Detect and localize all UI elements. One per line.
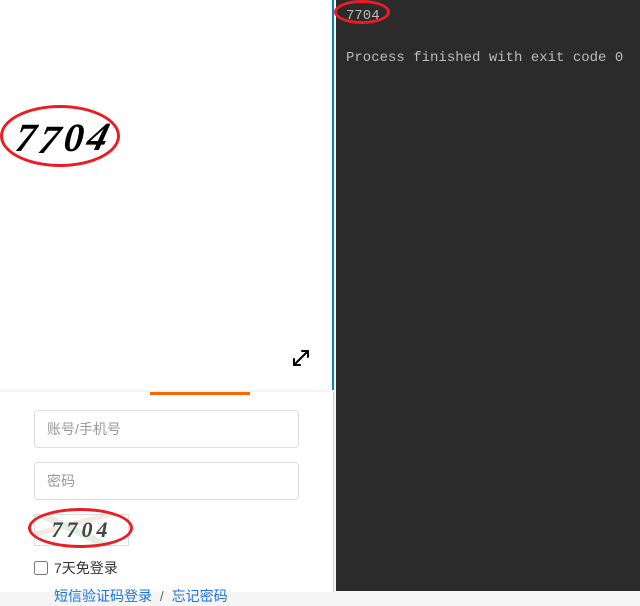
forgot-password-link[interactable]: 忘记密码 [172, 588, 228, 604]
account-input[interactable] [34, 410, 299, 448]
image-viewer-panel: 7 7 0 4 [0, 0, 334, 390]
console-panel: 7704 Process finished with exit code 0 [336, 0, 640, 591]
console-output-status: Process finished with exit code 0 [346, 48, 630, 69]
captcha-image-small[interactable]: 7704 [34, 514, 129, 546]
link-separator: / [160, 588, 164, 604]
resize-icon[interactable] [290, 347, 312, 376]
sms-login-link[interactable]: 短信验证码登录 [54, 588, 152, 604]
remember-checkbox[interactable] [34, 561, 48, 575]
password-input[interactable] [34, 462, 299, 500]
console-output-blank [346, 27, 630, 48]
console-output-value: 7704 [346, 6, 630, 27]
captcha-text: 7704 [52, 517, 112, 543]
captcha-image-large: 7 7 0 4 [6, 110, 121, 165]
remember-label: 7天免登录 [54, 558, 118, 578]
active-tab-indicator [150, 392, 250, 395]
login-form: 7704 7天免登录 短信验证码登录 / 忘记密码 [0, 392, 334, 592]
